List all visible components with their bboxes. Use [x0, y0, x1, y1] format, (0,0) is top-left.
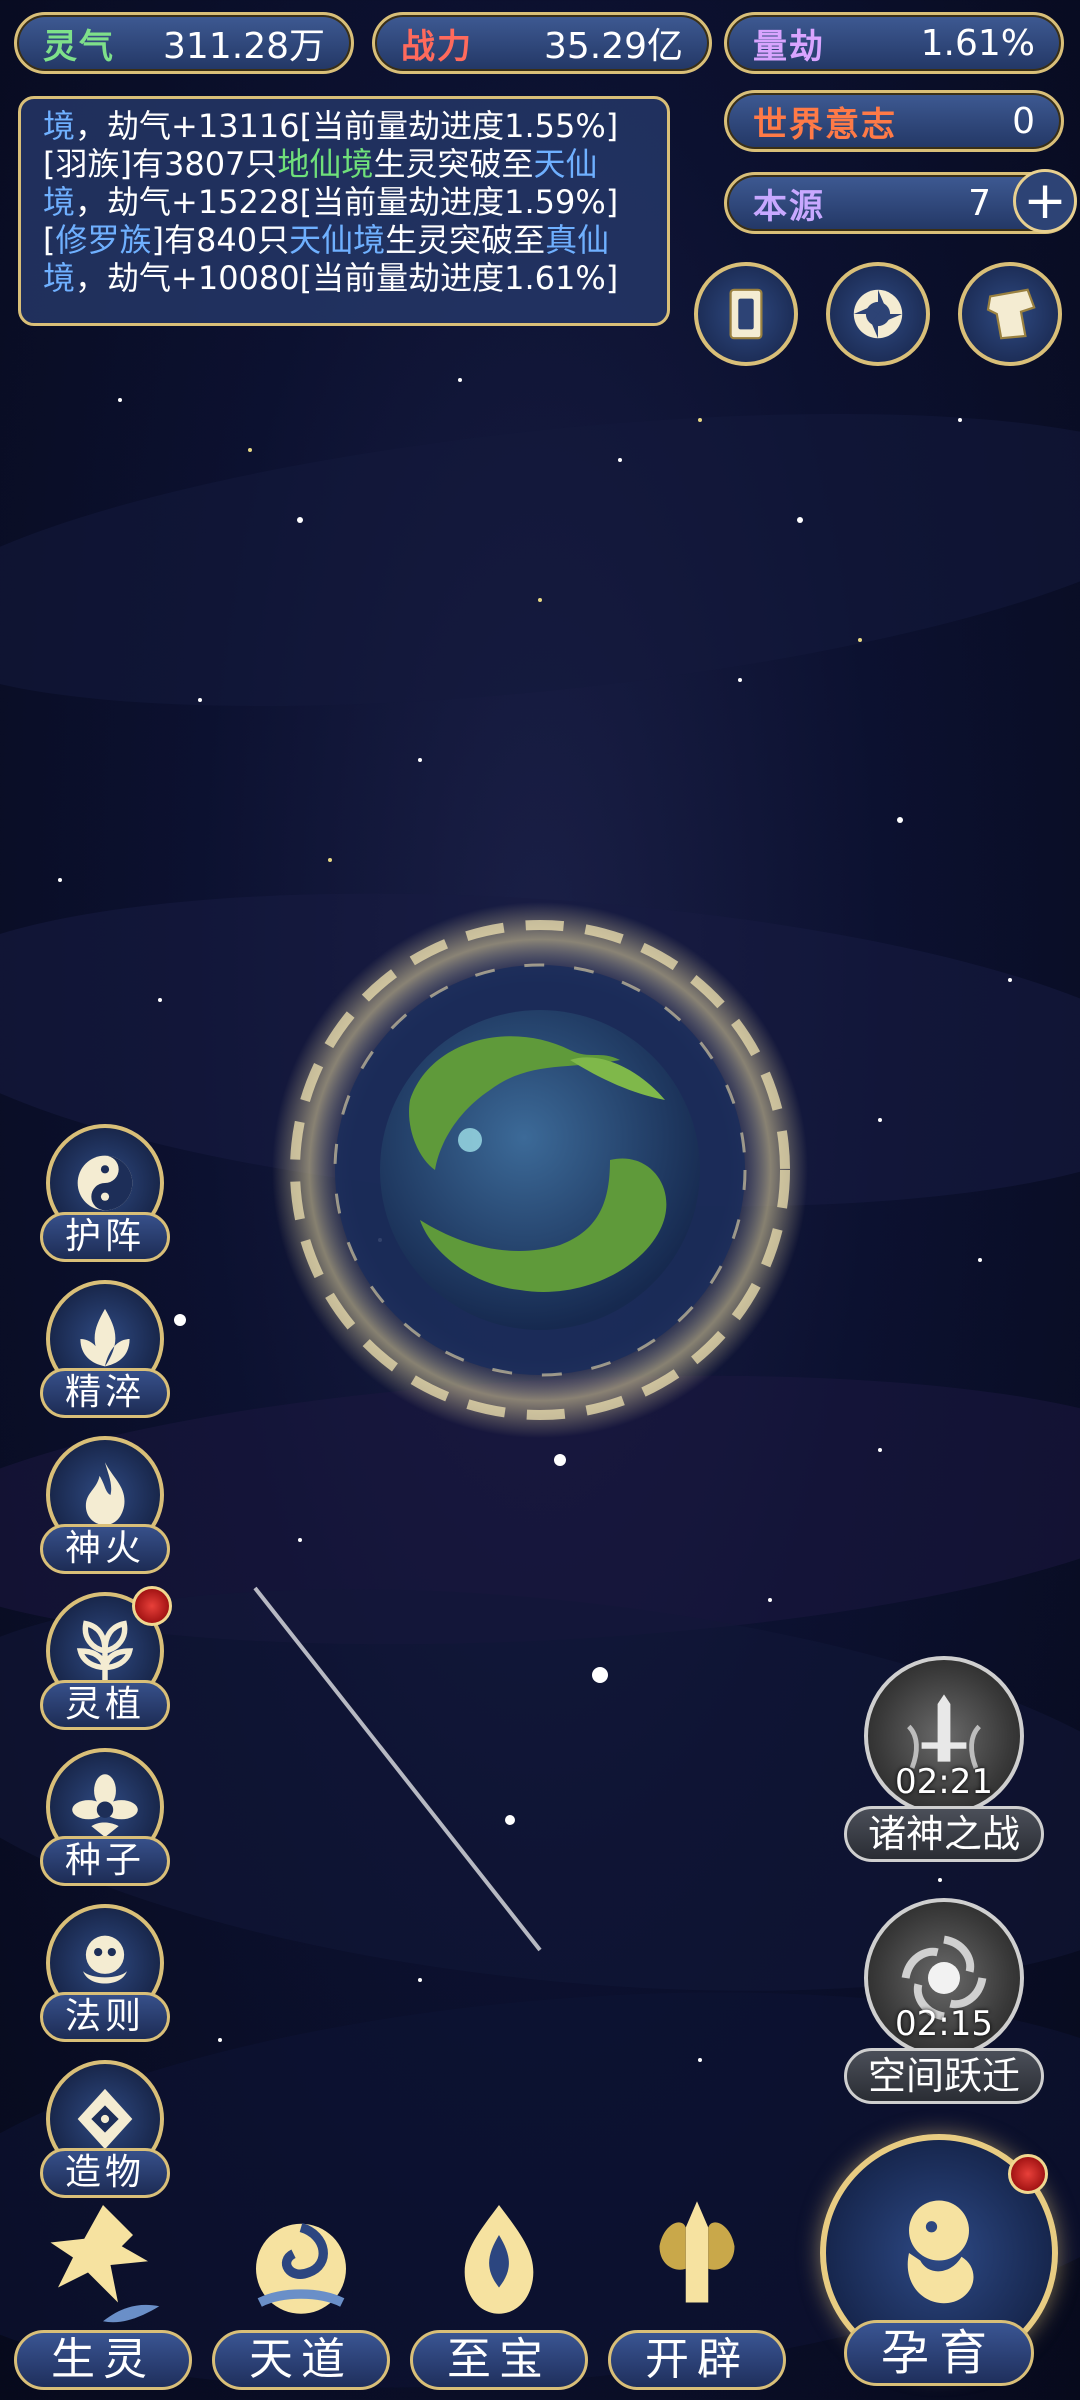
cloud-swirl-icon: [256, 2222, 346, 2314]
event-label: 空间跃迁: [844, 2048, 1044, 2104]
log-realm: 天仙: [533, 145, 598, 183]
side-menu-zhong-zi[interactable]: 种子: [40, 1748, 170, 1886]
log-text: ，劫气+13116[当前量劫进度1.55%]: [75, 107, 619, 145]
shooting-star: [253, 1586, 542, 1952]
side-menu-label: 种子: [40, 1836, 170, 1886]
log-line: [羽族]有3807只地仙境生灵突破至天仙: [43, 145, 645, 183]
embryo-icon: [907, 2200, 974, 2304]
nav-art: [618, 2190, 776, 2340]
side-menu-label: 神火: [40, 1524, 170, 1574]
nav-label: 生灵: [14, 2330, 192, 2390]
side-menu-label: 灵植: [40, 1680, 170, 1730]
event-zhu-shen-zhi-zhan[interactable]: 02:21 诸神之战: [844, 1656, 1044, 1862]
nav-zhi-bao[interactable]: 至宝: [410, 2190, 588, 2390]
nav-art: [420, 2190, 578, 2340]
log-text: [: [43, 221, 56, 259]
lingqi-stat: 灵气 311.28万: [14, 12, 354, 74]
zhanli-stat: 战力 35.29亿: [372, 12, 712, 74]
world-will-stat[interactable]: 世界意志 0: [724, 90, 1064, 152]
log-realm: 真仙: [545, 221, 610, 259]
axe-icon: [659, 2201, 735, 2303]
side-menu-zao-wu[interactable]: 造物: [40, 2060, 170, 2198]
nav-label: 至宝: [410, 2330, 588, 2390]
log-realm: 境: [43, 107, 76, 145]
world-planet[interactable]: [270, 900, 810, 1440]
nav-label: 开辟: [608, 2330, 786, 2390]
treasure-icon: [464, 2205, 534, 2314]
event-log-panel[interactable]: 境，劫气+13116[当前量劫进度1.55%] [羽族]有3807只地仙境生灵突…: [18, 96, 670, 326]
side-menu-label: 精淬: [40, 1368, 170, 1418]
nav-yun-yu[interactable]: 孕育: [814, 2134, 1064, 2394]
side-menu-hu-zhen[interactable]: 护阵: [40, 1124, 170, 1262]
side-menu-ling-zhi[interactable]: 灵植: [40, 1586, 172, 1730]
log-text: 生灵突破至: [373, 145, 534, 183]
side-menu-label: 护阵: [40, 1212, 170, 1262]
notification-dot: [1008, 2154, 1048, 2194]
lingqi-label: 灵气: [43, 26, 115, 67]
event-timer: 02:21: [895, 1762, 993, 1802]
log-text: ，劫气+15228[当前量劫进度1.59%]: [75, 183, 619, 221]
nav-art: [222, 2190, 380, 2340]
log-line: 境，劫气+15228[当前量劫进度1.59%]: [43, 183, 645, 221]
log-text: [羽族]有3807只: [43, 145, 278, 183]
side-menu-label: 法则: [40, 1992, 170, 2042]
log-race: 修罗族: [55, 221, 152, 259]
nav-kai-pi[interactable]: 开辟: [608, 2190, 786, 2390]
side-menu-jing-cui[interactable]: 精淬: [40, 1280, 170, 1418]
liangjie-value: 1.61%: [920, 22, 1035, 64]
vortex-button[interactable]: [826, 262, 930, 366]
card-icon: [729, 288, 763, 340]
log-realm: 境: [43, 183, 76, 221]
liangjie-stat[interactable]: 量劫 1.61%: [724, 12, 1064, 74]
liangjie-label: 量劫: [753, 26, 825, 67]
world-will-value: 0: [1012, 100, 1035, 142]
card-button[interactable]: [694, 262, 798, 366]
log-line: [修罗族]有840只天仙境生灵突破至真仙: [43, 221, 645, 259]
vortex-icon: [853, 289, 903, 339]
benyuan-stat: 本源 7 +: [724, 169, 1077, 234]
zhanli-value: 35.29亿: [543, 26, 683, 67]
event-label: 诸神之战: [844, 1806, 1044, 1862]
nav-label: 孕育: [844, 2320, 1034, 2386]
log-realm: 天仙境: [289, 221, 386, 259]
event-timer: 02:15: [895, 2004, 993, 2044]
world-will-label: 世界意志: [753, 104, 897, 145]
log-line: 境，劫气+13116[当前量劫进度1.55%]: [43, 107, 645, 145]
log-realm: 地仙境: [277, 145, 374, 183]
event-kong-jian-yue-qian[interactable]: 02:15 空间跃迁: [844, 1898, 1044, 2104]
nav-sheng-ling[interactable]: 生灵: [14, 2190, 192, 2390]
log-realm: 境: [43, 259, 76, 297]
zhanli-label: 战力: [401, 26, 473, 67]
phoenix-icon: [50, 2205, 160, 2323]
nav-label: 天道: [212, 2330, 390, 2390]
scroll-icon: [986, 288, 1036, 340]
log-line: 境，劫气+10080[当前量劫进度1.61%]: [43, 259, 645, 297]
log-text: 生灵突破至: [385, 221, 546, 259]
benyuan-label: 本源: [753, 186, 825, 227]
side-menu-fa-ze[interactable]: 法则: [40, 1904, 170, 2042]
benyuan-value: 7: [968, 182, 991, 224]
notification-dot: [132, 1586, 172, 1626]
scroll-button[interactable]: [958, 262, 1062, 366]
lingqi-value: 311.28万: [163, 26, 325, 67]
side-menu-shen-huo[interactable]: 神火: [40, 1436, 170, 1574]
nav-art: [24, 2190, 182, 2340]
log-text: ]有840只: [151, 221, 290, 259]
planet-graphic: [272, 902, 808, 1438]
benyuan-add-button[interactable]: +: [1013, 169, 1077, 233]
nav-tian-dao[interactable]: 天道: [212, 2190, 390, 2390]
log-text: ，劫气+10080[当前量劫进度1.61%]: [75, 259, 619, 297]
